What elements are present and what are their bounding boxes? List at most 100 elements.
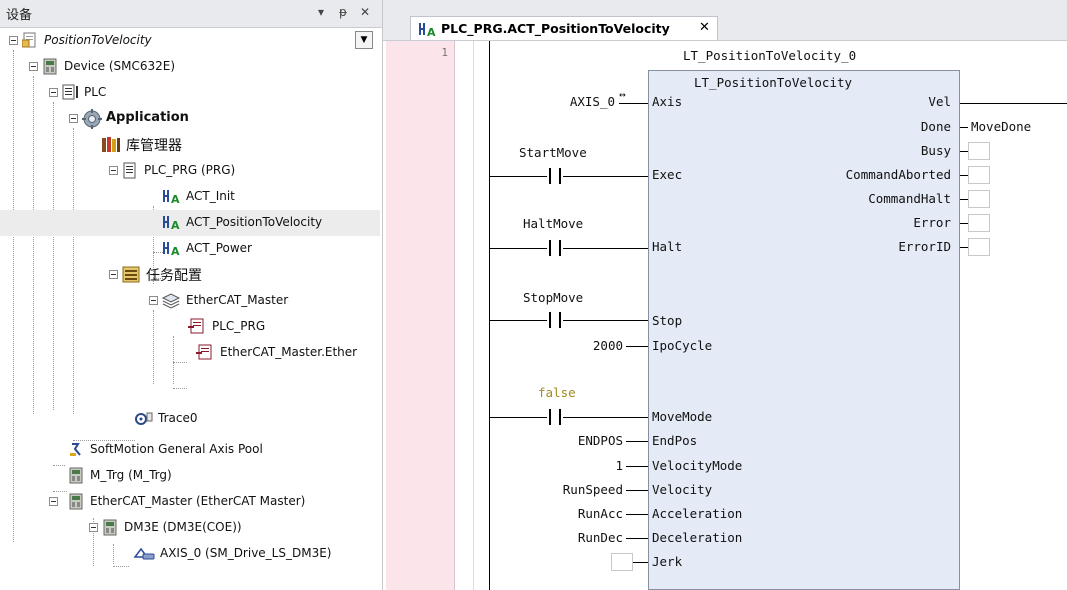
editor-area: A PLC_PRG.ACT_PositionToVelocity ✕ 1 LT_…: [383, 0, 1067, 590]
tree-item-library-manager[interactable]: 库管理器: [0, 132, 380, 158]
collapse-toggle-icon[interactable]: [49, 497, 58, 506]
tree-item-label: ACT_Init: [186, 189, 235, 203]
tree-item-label: SoftMotion General Axis Pool: [90, 442, 263, 456]
tree-item-act-position-to-velocity[interactable]: A ACT_PositionToVelocity: [0, 210, 380, 236]
commandaborted-output-box[interactable]: [968, 166, 990, 184]
done-variable[interactable]: MoveDone: [971, 119, 1031, 134]
task-stack-icon: [161, 293, 181, 309]
collapse-toggle-icon[interactable]: [29, 62, 38, 71]
fb-instance-name[interactable]: LT_PositionToVelocity_0: [683, 48, 856, 63]
action-icon: A: [163, 216, 180, 231]
devices-panel-title: 设备: [6, 8, 33, 23]
collapse-toggle-icon[interactable]: [69, 114, 78, 123]
tree-item-act-power[interactable]: A ACT_Power: [0, 236, 380, 262]
svg-text:A: A: [171, 245, 180, 257]
pin-axis: Axis: [652, 94, 683, 109]
tree-item-label: EtherCAT_Master (EtherCAT Master): [90, 494, 306, 508]
velocitymode-value[interactable]: 1: [543, 458, 623, 473]
ipocycle-value[interactable]: 2000: [543, 338, 623, 353]
chevron-down-icon[interactable]: ▼: [355, 31, 373, 49]
velocity-variable[interactable]: RunSpeed: [523, 482, 623, 497]
pin-commandaborted: CommandAborted: [845, 167, 951, 182]
tree-item-ethercat-master-task[interactable]: EtherCAT_Master: [0, 288, 380, 314]
application-gear-icon: [82, 109, 102, 129]
device-icon: [69, 493, 83, 510]
endpos-variable[interactable]: ENDPOS: [543, 433, 623, 448]
fb-type-name: LT_PositionToVelocity: [694, 75, 853, 90]
inout-arrow-icon: ↔: [619, 88, 626, 101]
exec-contact-variable[interactable]: StartMove: [519, 145, 587, 160]
device-icon: [103, 519, 117, 536]
collapse-toggle-icon[interactable]: [149, 296, 158, 305]
movemode-contact[interactable]: [547, 409, 563, 425]
tree-item-label: AXIS_0 (SM_Drive_LS_DM3E): [160, 546, 332, 560]
tree-item-label: EtherCAT_Master: [186, 293, 289, 307]
svg-text:A: A: [171, 219, 180, 231]
tree-item-application[interactable]: Application: [0, 106, 380, 132]
library-books-icon: [102, 137, 120, 152]
tree-item-label: ACT_PositionToVelocity: [186, 215, 323, 229]
drive-axis-icon: [133, 547, 155, 560]
pin-halt: Halt: [652, 239, 683, 254]
tree-item-label: Application: [106, 110, 189, 125]
tree-item-dm3e[interactable]: DM3E (DM3E(COE)): [0, 515, 380, 541]
pin-icon[interactable]: ᵽ: [336, 5, 350, 19]
acceleration-variable[interactable]: RunAcc: [523, 506, 623, 521]
pin-ipocycle: IpoCycle: [652, 338, 713, 353]
tree-item-task-configuration[interactable]: 任务配置: [0, 262, 380, 288]
pin-busy: Busy: [920, 143, 951, 158]
pin-jerk: Jerk: [652, 554, 683, 569]
tree-item-m-trg[interactable]: M_Trg (M_Trg): [0, 463, 380, 489]
tree-item-ethercat-master-call[interactable]: EtherCAT_Master.Ether: [0, 340, 380, 366]
tree-item-act-init[interactable]: A ACT_Init: [0, 184, 380, 210]
tree-item-label: EtherCAT_Master.Ether: [220, 345, 358, 359]
svg-text:A: A: [171, 193, 180, 205]
tree-item-plc-prg-call[interactable]: PLC_PRG: [0, 314, 380, 340]
pin-endpos: EndPos: [652, 433, 698, 448]
jerk-input-box[interactable]: [611, 553, 633, 571]
tree-item-axis-pool[interactable]: SoftMotion General Axis Pool: [0, 437, 380, 463]
halt-contact[interactable]: [547, 240, 563, 256]
tree-item-plc-prg[interactable]: PLC_PRG (PRG): [0, 158, 380, 184]
axis-variable[interactable]: AXIS_0: [513, 94, 615, 109]
commandhalt-output-box[interactable]: [968, 190, 990, 208]
pin-stop: Stop: [652, 313, 683, 328]
close-panel-icon[interactable]: ✕: [358, 5, 372, 19]
collapse-toggle-icon[interactable]: [109, 270, 118, 279]
devices-panel: 设备 ▾ ᵽ ✕ PositionToVelocity ▼ Device (SM…: [0, 0, 383, 590]
tree-item-label: Device (SMC632E): [64, 59, 176, 73]
stop-contact-variable[interactable]: StopMove: [523, 290, 583, 305]
error-output-box[interactable]: [968, 214, 990, 232]
device-icon: [69, 467, 83, 484]
pin-acceleration: Acceleration: [652, 506, 743, 521]
tree-item-axis-0[interactable]: AXIS_0 (SM_Drive_LS_DM3E): [0, 541, 380, 567]
tree-item-label: DM3E (DM3E(COE)): [124, 520, 242, 534]
collapse-toggle-icon[interactable]: [9, 36, 18, 45]
stop-contact[interactable]: [547, 312, 563, 328]
tree-item-project[interactable]: PositionToVelocity ▼: [0, 28, 380, 54]
tree-item-label: ACT_Power: [186, 241, 252, 255]
tree-item-label: 库管理器: [126, 138, 182, 154]
errorid-output-box[interactable]: [968, 238, 990, 256]
busy-output-box[interactable]: [968, 142, 990, 160]
collapse-toggle-icon[interactable]: [109, 166, 118, 175]
collapse-toggle-icon[interactable]: [49, 88, 58, 97]
movemode-contact-literal[interactable]: false: [538, 385, 576, 400]
collapse-toggle-icon[interactable]: [89, 523, 98, 532]
device-icon: [43, 58, 57, 75]
left-power-rail: [489, 41, 490, 590]
tree-item-label: PLC_PRG (PRG): [144, 163, 236, 177]
tree-item-device[interactable]: Device (SMC632E): [0, 54, 380, 80]
program-call-icon: [188, 318, 204, 334]
tree-item-ethercat-master[interactable]: EtherCAT_Master (EtherCAT Master): [0, 489, 380, 515]
action-icon: A: [163, 242, 180, 257]
exec-contact[interactable]: [547, 168, 563, 184]
halt-contact-variable[interactable]: HaltMove: [523, 216, 583, 231]
deceleration-variable[interactable]: RunDec: [523, 530, 623, 545]
ladder-network[interactable]: LT_PositionToVelocity_0 LT_PositionToVel…: [383, 0, 1067, 590]
tree-item-plc[interactable]: PLC: [0, 80, 380, 106]
tree-item-trace0[interactable]: Trace0: [0, 406, 380, 432]
panel-menu-dropdown-icon[interactable]: ▾: [314, 5, 328, 19]
pin-velocitymode: VelocityMode: [652, 458, 743, 473]
trace-icon: [135, 412, 153, 425]
